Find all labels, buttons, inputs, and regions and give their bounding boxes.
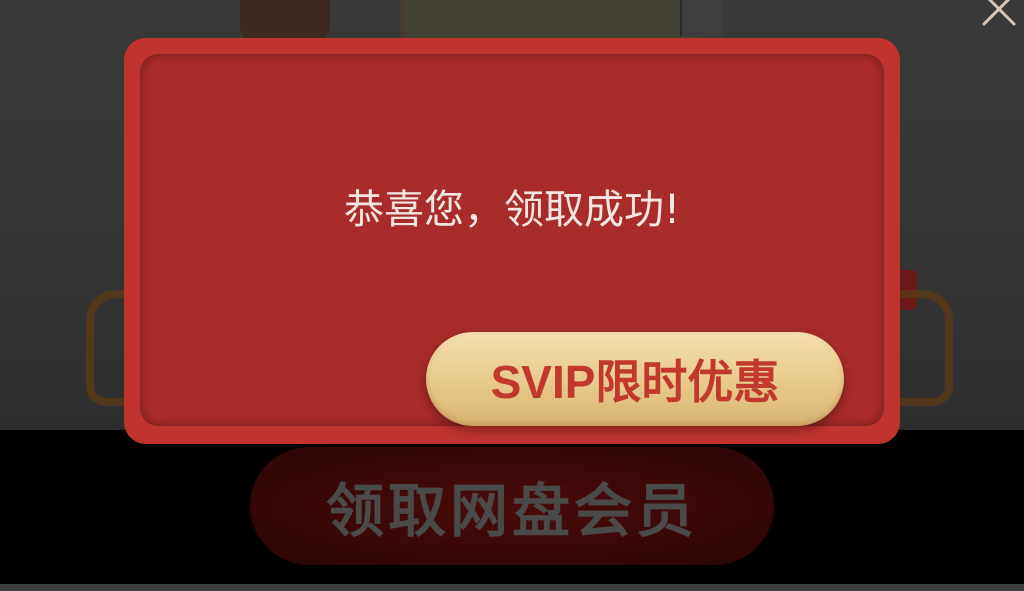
claim-membership-button[interactable]: 领取网盘会员 — [250, 447, 774, 565]
success-dialog: 恭喜您，领取成功! SVIP限时优惠 — [124, 38, 900, 444]
svip-offer-button[interactable]: SVIP限时优惠 — [426, 332, 844, 426]
close-icon[interactable] — [976, 0, 1020, 30]
background-decoration — [680, 0, 722, 36]
screen: 领取网盘会员 恭喜您，领取成功! SVIP限时优惠 — [0, 0, 1024, 591]
success-message: 恭喜您，领取成功! — [343, 187, 681, 233]
bottom-divider — [0, 584, 1024, 591]
background-decoration — [400, 0, 706, 43]
background-decoration — [240, 0, 330, 40]
